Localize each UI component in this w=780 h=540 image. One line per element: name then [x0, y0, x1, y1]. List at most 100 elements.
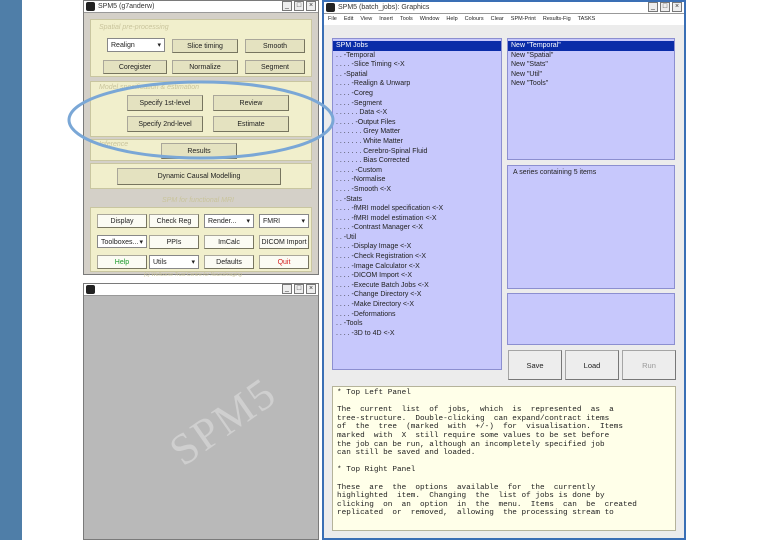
- close-icon[interactable]: ×: [672, 2, 682, 12]
- option-item[interactable]: New "Tools": [508, 79, 674, 89]
- batch-window-titlebar: SPM5 (batch_jobs): Graphics _ □ ×: [324, 2, 684, 14]
- help-line: the job can be run, although an incomple…: [337, 440, 605, 449]
- maximize-icon[interactable]: □: [660, 2, 670, 12]
- spm5-watermark: SPM5: [160, 367, 286, 476]
- option-item[interactable]: New "Temporal": [508, 41, 674, 51]
- matlab-icon: [86, 285, 95, 294]
- help-line: [337, 458, 671, 467]
- minimize-icon[interactable]: _: [282, 284, 292, 294]
- jobs-tree-item[interactable]: . . -Tools: [333, 319, 501, 329]
- menu-item[interactable]: View: [360, 14, 372, 25]
- option-item[interactable]: New "Spatial": [508, 51, 674, 61]
- menu-item[interactable]: Colours: [465, 14, 484, 25]
- jobs-tree-item[interactable]: . . . . -Contrast Manager <-X: [333, 223, 501, 233]
- segment-button[interactable]: Segment: [245, 60, 305, 74]
- jobs-tree-item[interactable]: . . -Util: [333, 233, 501, 243]
- check-reg-button[interactable]: Check Reg: [149, 214, 199, 228]
- menu-item[interactable]: File: [328, 14, 337, 25]
- modality-dropdown[interactable]: FMRI: [259, 214, 309, 228]
- jobs-tree-item[interactable]: . . . . -Change Directory <-X: [333, 290, 501, 300]
- jobs-tree-item[interactable]: . . . . . -Custom: [333, 166, 501, 176]
- load-button[interactable]: Load: [565, 350, 619, 380]
- menu-item[interactable]: Tools: [400, 14, 413, 25]
- jobs-tree-item[interactable]: . . . . -fMRI model estimation <-X: [333, 214, 501, 224]
- dcm-button[interactable]: Dynamic Causal Modelling: [117, 168, 281, 185]
- maximize-icon[interactable]: □: [294, 1, 304, 11]
- smooth-button[interactable]: Smooth: [245, 39, 305, 53]
- dicom-import-button[interactable]: DICOM Import: [259, 235, 309, 249]
- jobs-tree-item[interactable]: . . -Temporal: [333, 51, 501, 61]
- info-panel: A series containing 5 items: [507, 165, 675, 289]
- render-dropdown[interactable]: Render...: [204, 214, 254, 228]
- coregister-button[interactable]: Coregister: [103, 60, 167, 74]
- jobs-tree-item[interactable]: . . . . -Coreg: [333, 89, 501, 99]
- imcalc-button[interactable]: ImCalc: [204, 235, 254, 249]
- slice-timing-button[interactable]: Slice timing: [172, 39, 238, 53]
- jobs-tree-item[interactable]: . . . . -DICOM Import <-X: [333, 271, 501, 281]
- jobs-tree-item[interactable]: . . . . -Realign & Unwarp: [333, 79, 501, 89]
- help-line: clicking on an option in the menu. Items…: [337, 500, 637, 509]
- jobs-tree-item[interactable]: . . . . . . . Cerebro-Spinal Fluid: [333, 147, 501, 157]
- option-item[interactable]: New "Stats": [508, 60, 674, 70]
- jobs-tree-item[interactable]: SPM Jobs: [333, 41, 501, 51]
- spatial-panel-label: Spatial pre-processing: [99, 24, 169, 31]
- jobs-tree-item[interactable]: . . . . -Segment: [333, 99, 501, 109]
- close-icon[interactable]: ×: [306, 1, 316, 11]
- jobs-tree-item[interactable]: . . . . . . Data <-X: [333, 108, 501, 118]
- jobs-tree-item[interactable]: . . . . -3D to 4D <-X: [333, 329, 501, 339]
- menu-item[interactable]: SPM-Print: [511, 14, 536, 25]
- jobs-tree-item[interactable]: . . . . -fMRI model specification <-X: [333, 204, 501, 214]
- close-icon[interactable]: ×: [306, 284, 316, 294]
- spatial-panel: Spatial pre-processing Realign Slice tim…: [90, 19, 312, 77]
- display-button[interactable]: Display: [97, 214, 147, 228]
- jobs-tree-item[interactable]: . . . . -Check Registration <-X: [333, 252, 501, 262]
- menu-item[interactable]: Insert: [379, 14, 393, 25]
- options-list[interactable]: New "Temporal" New "Spatial" New "Stats" Ne…: [507, 38, 675, 160]
- help-line: tree-structure. Double-clicking can expa…: [337, 414, 610, 423]
- defaults-button[interactable]: Defaults: [204, 255, 254, 269]
- minimize-icon[interactable]: _: [282, 1, 292, 11]
- jobs-tree-item[interactable]: . . -Stats: [333, 195, 501, 205]
- value-input-panel[interactable]: [507, 293, 675, 345]
- jobs-tree-item[interactable]: . . . . -Make Directory <-X: [333, 300, 501, 310]
- jobs-tree-item[interactable]: . . . . -Display Image <-X: [333, 242, 501, 252]
- realign-dropdown[interactable]: Realign: [107, 38, 165, 52]
- copyright-label: (c) Wellcome Trust Centre for NeuroImagi…: [144, 272, 242, 278]
- jobs-tree-item[interactable]: . . . . . . . White Matter: [333, 137, 501, 147]
- option-item[interactable]: New "Util": [508, 70, 674, 80]
- maximize-icon[interactable]: □: [294, 284, 304, 294]
- jobs-tree-item[interactable]: . . . . . -Output Files: [333, 118, 501, 128]
- utils-dropdown[interactable]: Utils: [149, 255, 199, 269]
- jobs-tree-item[interactable]: . . . . -Slice Timing <-X: [333, 60, 501, 70]
- jobs-tree-item[interactable]: . . . . . . . Grey Matter: [333, 127, 501, 137]
- jobs-tree-item[interactable]: . . . . -Execute Batch Jobs <-X: [333, 281, 501, 291]
- menu-item[interactable]: Window: [420, 14, 440, 25]
- help-line: * Top Left Panel: [337, 389, 411, 397]
- jobs-tree-item[interactable]: . . . . -Smooth <-X: [333, 185, 501, 195]
- help-text-panel: * Top Left Panel The current list of jobs…: [332, 386, 676, 531]
- jobs-tree-item[interactable]: . . . . -Deformations: [333, 310, 501, 320]
- menu-item[interactable]: Clear: [491, 14, 504, 25]
- jobs-tree-item[interactable]: . . . . -Normalise: [333, 175, 501, 185]
- help-line: [337, 398, 671, 407]
- quit-button[interactable]: Quit: [259, 255, 309, 269]
- menu-item[interactable]: Edit: [344, 14, 353, 25]
- info-text: A series containing 5 items: [513, 169, 597, 176]
- normalize-button[interactable]: Normalize: [172, 60, 238, 74]
- help-line: These are the options available for the …: [337, 483, 596, 492]
- help-button[interactable]: Help: [97, 255, 147, 269]
- jobs-tree-item[interactable]: . . . . -Image Calculator <-X: [333, 262, 501, 272]
- dcm-panel: Dynamic Causal Modelling: [90, 163, 312, 189]
- menu-item[interactable]: Help: [446, 14, 457, 25]
- ppis-button[interactable]: PPIs: [149, 235, 199, 249]
- menu-item[interactable]: Results-Fig: [543, 14, 571, 25]
- jobs-tree-item[interactable]: . . . . . . . Bias Corrected: [333, 156, 501, 166]
- toolboxes-dropdown[interactable]: Toolboxes...: [97, 235, 147, 248]
- jobs-tree-list[interactable]: SPM Jobs. . -Temporal. . . . -Slice Timi…: [332, 38, 502, 370]
- jobs-tree-item[interactable]: . . -Spatial: [333, 70, 501, 80]
- save-button[interactable]: Save: [508, 350, 562, 380]
- run-button[interactable]: Run: [622, 350, 676, 380]
- minimize-icon[interactable]: _: [648, 2, 658, 12]
- menu-item[interactable]: TASKS: [578, 14, 596, 25]
- help-line: * Top Right Panel: [337, 466, 416, 475]
